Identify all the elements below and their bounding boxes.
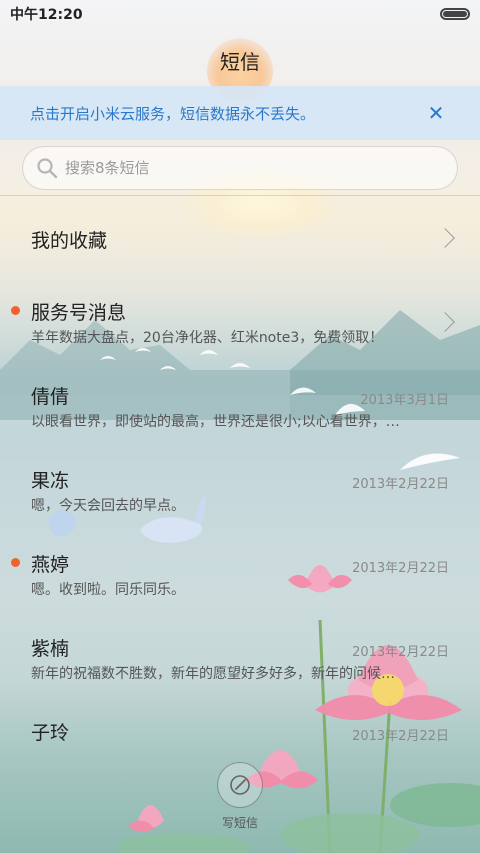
chevron-right-icon bbox=[435, 228, 455, 248]
pen-icon bbox=[230, 775, 250, 795]
message-preview: 嗯。收到啦。同乐同乐。 bbox=[31, 582, 185, 598]
favorites-row[interactable]: 我的收藏 bbox=[0, 196, 480, 280]
battery-level bbox=[443, 11, 467, 17]
message-preview: 新年的祝福数不胜数，新年的愿望好多好多，新年的问候… bbox=[31, 666, 395, 682]
header: 短信 bbox=[0, 36, 480, 84]
contact-name: 燕婷 bbox=[31, 554, 70, 576]
contact-name: 紫楠 bbox=[31, 638, 70, 660]
service-preview: 羊年数据大盘点，20台净化器、红米note3，免费领取！ bbox=[31, 330, 384, 346]
contact-name: 子玲 bbox=[31, 722, 70, 744]
cloud-banner[interactable]: 点击开启小米云服务，短信数据永不丢失。 ✕ bbox=[0, 86, 480, 140]
search-bar[interactable] bbox=[22, 146, 458, 190]
compose-button[interactable]: 写短信 bbox=[210, 762, 270, 834]
conversation-row[interactable]: 倩倩 2013年3月1日 以眼看世界，即使站的最高，世界还是很小;以心看世界，… bbox=[0, 364, 480, 448]
message-date: 2013年2月22日 bbox=[352, 561, 449, 576]
search-input[interactable] bbox=[65, 159, 405, 177]
service-messages-row[interactable]: 服务号消息 羊年数据大盘点，20台净化器、红米note3，免费领取！ bbox=[0, 280, 480, 364]
message-date: 2013年2月22日 bbox=[352, 729, 449, 744]
unread-dot bbox=[11, 558, 20, 567]
conversation-row[interactable]: 果冻 2013年2月22日 嗯，今天会回去的早点。 bbox=[0, 448, 480, 532]
message-date: 2013年2月22日 bbox=[352, 645, 449, 660]
battery-icon bbox=[440, 8, 470, 20]
search-icon bbox=[37, 158, 58, 179]
banner-text[interactable]: 点击开启小米云服务，短信数据永不丢失。 bbox=[30, 103, 422, 124]
conversation-row[interactable]: 燕婷 2013年2月22日 嗯。收到啦。同乐同乐。 bbox=[0, 532, 480, 616]
message-preview: 嗯，今天会回去的早点。 bbox=[31, 498, 185, 514]
contact-name: 果冻 bbox=[31, 470, 70, 492]
compose-label[interactable]: 写短信 bbox=[222, 814, 258, 831]
status-bar: 中午12:20 bbox=[0, 0, 480, 28]
compose-circle[interactable] bbox=[217, 762, 263, 808]
message-date: 2013年2月22日 bbox=[352, 477, 449, 492]
status-time: 中午12:20 bbox=[10, 7, 83, 23]
message-date: 2013年3月1日 bbox=[360, 393, 449, 408]
contact-name: 倩倩 bbox=[31, 386, 70, 408]
service-title: 服务号消息 bbox=[31, 302, 127, 324]
favorites-title: 我的收藏 bbox=[31, 230, 108, 252]
page-title: 短信 bbox=[220, 49, 260, 74]
message-preview: 以眼看世界，即使站的最高，世界还是很小;以心看世界，… bbox=[31, 414, 400, 430]
unread-dot bbox=[11, 306, 20, 315]
conversation-row[interactable]: 紫楠 2013年2月22日 新年的祝福数不胜数，新年的愿望好多好多，新年的问候… bbox=[0, 616, 480, 700]
close-icon[interactable]: ✕ bbox=[422, 101, 450, 125]
